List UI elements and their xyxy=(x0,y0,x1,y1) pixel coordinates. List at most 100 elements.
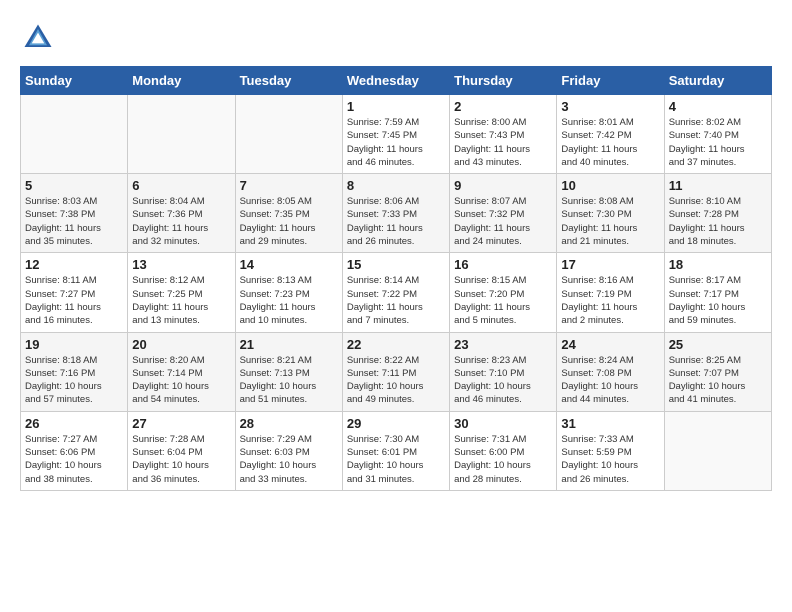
calendar-cell: 22 Sunrise: 8:22 AM Sunset: 7:11 PM Dayli… xyxy=(342,332,449,411)
calendar-week-4: 19 Sunrise: 8:18 AM Sunset: 7:16 PM Dayli… xyxy=(21,332,772,411)
calendar-cell: 5Sunrise: 8:03 AM Sunset: 7:38 PM Daylig… xyxy=(21,174,128,253)
logo xyxy=(20,20,60,56)
calendar-cell: 28 Sunrise: 7:29 AM Sunset: 6:03 PM Dayli… xyxy=(235,411,342,490)
day-number: 9 xyxy=(454,178,552,193)
day-number: 23 xyxy=(454,337,552,352)
day-info: Sunrise: 8:24 AM Sunset: 7:08 PM Dayligh… xyxy=(561,354,659,407)
weekday-header-wednesday: Wednesday xyxy=(342,67,449,95)
day-number: 24 xyxy=(561,337,659,352)
calendar-cell: 26Sunrise: 7:27 AM Sunset: 6:06 PM Dayli… xyxy=(21,411,128,490)
day-number: 13 xyxy=(132,257,230,272)
day-number: 10 xyxy=(561,178,659,193)
day-info: Sunrise: 8:15 AM Sunset: 7:20 PM Dayligh… xyxy=(454,274,552,327)
calendar-cell: 1 Sunrise: 7:59 AM Sunset: 7:45 PM Daylig… xyxy=(342,95,449,174)
day-info: Sunrise: 8:13 AM Sunset: 7:23 PM Dayligh… xyxy=(240,274,338,327)
day-info: Sunrise: 8:17 AM Sunset: 7:17 PM Dayligh… xyxy=(669,274,767,327)
day-info: Sunrise: 8:21 AM Sunset: 7:13 PM Dayligh… xyxy=(240,354,338,407)
day-number: 29 xyxy=(347,416,445,431)
day-number: 22 xyxy=(347,337,445,352)
day-info: Sunrise: 8:20 AM Sunset: 7:14 PM Dayligh… xyxy=(132,354,230,407)
day-number: 28 xyxy=(240,416,338,431)
calendar-cell: 8 Sunrise: 8:06 AM Sunset: 7:33 PM Daylig… xyxy=(342,174,449,253)
day-info: Sunrise: 8:01 AM Sunset: 7:42 PM Dayligh… xyxy=(561,116,659,169)
day-number: 17 xyxy=(561,257,659,272)
calendar-week-3: 12 Sunrise: 8:11 AM Sunset: 7:27 PM Dayli… xyxy=(21,253,772,332)
calendar-header: SundayMondayTuesdayWednesdayThursdayFrid… xyxy=(21,67,772,95)
day-number: 19 xyxy=(25,337,123,352)
day-number: 16 xyxy=(454,257,552,272)
day-number: 1 xyxy=(347,99,445,114)
day-number: 3 xyxy=(561,99,659,114)
day-info: Sunrise: 8:12 AM Sunset: 7:25 PM Dayligh… xyxy=(132,274,230,327)
calendar-week-2: 5Sunrise: 8:03 AM Sunset: 7:38 PM Daylig… xyxy=(21,174,772,253)
weekday-header-saturday: Saturday xyxy=(664,67,771,95)
day-info: Sunrise: 7:59 AM Sunset: 7:45 PM Dayligh… xyxy=(347,116,445,169)
calendar-cell: 23 Sunrise: 8:23 AM Sunset: 7:10 PM Dayli… xyxy=(450,332,557,411)
logo-icon xyxy=(20,20,56,56)
calendar-cell xyxy=(664,411,771,490)
day-info: Sunrise: 7:30 AM Sunset: 6:01 PM Dayligh… xyxy=(347,433,445,486)
weekday-header-friday: Friday xyxy=(557,67,664,95)
day-number: 4 xyxy=(669,99,767,114)
calendar-cell: 24 Sunrise: 8:24 AM Sunset: 7:08 PM Dayli… xyxy=(557,332,664,411)
calendar-cell: 4 Sunrise: 8:02 AM Sunset: 7:40 PM Daylig… xyxy=(664,95,771,174)
calendar-cell xyxy=(128,95,235,174)
day-info: Sunrise: 7:33 AM Sunset: 5:59 PM Dayligh… xyxy=(561,433,659,486)
calendar-cell: 19 Sunrise: 8:18 AM Sunset: 7:16 PM Dayli… xyxy=(21,332,128,411)
day-info: Sunrise: 7:31 AM Sunset: 6:00 PM Dayligh… xyxy=(454,433,552,486)
calendar-cell: 20 Sunrise: 8:20 AM Sunset: 7:14 PM Dayli… xyxy=(128,332,235,411)
calendar-cell xyxy=(235,95,342,174)
day-number: 18 xyxy=(669,257,767,272)
calendar-cell: 10 Sunrise: 8:08 AM Sunset: 7:30 PM Dayli… xyxy=(557,174,664,253)
day-number: 11 xyxy=(669,178,767,193)
day-info: Sunrise: 8:06 AM Sunset: 7:33 PM Dayligh… xyxy=(347,195,445,248)
day-info: Sunrise: 8:07 AM Sunset: 7:32 PM Dayligh… xyxy=(454,195,552,248)
calendar-table: SundayMondayTuesdayWednesdayThursdayFrid… xyxy=(20,66,772,491)
weekday-header-thursday: Thursday xyxy=(450,67,557,95)
day-number: 26 xyxy=(25,416,123,431)
day-info: Sunrise: 8:00 AM Sunset: 7:43 PM Dayligh… xyxy=(454,116,552,169)
day-info: Sunrise: 8:03 AM Sunset: 7:38 PM Dayligh… xyxy=(25,195,123,248)
day-info: Sunrise: 8:02 AM Sunset: 7:40 PM Dayligh… xyxy=(669,116,767,169)
calendar-cell: 13 Sunrise: 8:12 AM Sunset: 7:25 PM Dayli… xyxy=(128,253,235,332)
day-number: 27 xyxy=(132,416,230,431)
weekday-header-tuesday: Tuesday xyxy=(235,67,342,95)
day-info: Sunrise: 8:08 AM Sunset: 7:30 PM Dayligh… xyxy=(561,195,659,248)
day-number: 8 xyxy=(347,178,445,193)
calendar-cell: 18 Sunrise: 8:17 AM Sunset: 7:17 PM Dayli… xyxy=(664,253,771,332)
calendar-cell: 14 Sunrise: 8:13 AM Sunset: 7:23 PM Dayli… xyxy=(235,253,342,332)
calendar-cell: 17Sunrise: 8:16 AM Sunset: 7:19 PM Dayli… xyxy=(557,253,664,332)
day-number: 31 xyxy=(561,416,659,431)
day-info: Sunrise: 8:11 AM Sunset: 7:27 PM Dayligh… xyxy=(25,274,123,327)
day-number: 12 xyxy=(25,257,123,272)
day-info: Sunrise: 8:25 AM Sunset: 7:07 PM Dayligh… xyxy=(669,354,767,407)
weekday-header-monday: Monday xyxy=(128,67,235,95)
day-number: 20 xyxy=(132,337,230,352)
calendar-cell: 3 Sunrise: 8:01 AM Sunset: 7:42 PM Daylig… xyxy=(557,95,664,174)
day-number: 2 xyxy=(454,99,552,114)
day-number: 14 xyxy=(240,257,338,272)
calendar-cell: 2 Sunrise: 8:00 AM Sunset: 7:43 PM Daylig… xyxy=(450,95,557,174)
day-number: 15 xyxy=(347,257,445,272)
calendar-week-1: 1 Sunrise: 7:59 AM Sunset: 7:45 PM Daylig… xyxy=(21,95,772,174)
page-header xyxy=(20,20,772,56)
weekday-header-sunday: Sunday xyxy=(21,67,128,95)
day-number: 30 xyxy=(454,416,552,431)
day-info: Sunrise: 8:23 AM Sunset: 7:10 PM Dayligh… xyxy=(454,354,552,407)
day-info: Sunrise: 8:22 AM Sunset: 7:11 PM Dayligh… xyxy=(347,354,445,407)
day-info: Sunrise: 8:18 AM Sunset: 7:16 PM Dayligh… xyxy=(25,354,123,407)
day-info: Sunrise: 8:10 AM Sunset: 7:28 PM Dayligh… xyxy=(669,195,767,248)
day-info: Sunrise: 8:14 AM Sunset: 7:22 PM Dayligh… xyxy=(347,274,445,327)
day-info: Sunrise: 8:05 AM Sunset: 7:35 PM Dayligh… xyxy=(240,195,338,248)
calendar-cell: 9 Sunrise: 8:07 AM Sunset: 7:32 PM Daylig… xyxy=(450,174,557,253)
calendar-cell: 21 Sunrise: 8:21 AM Sunset: 7:13 PM Dayli… xyxy=(235,332,342,411)
calendar-cell: 29 Sunrise: 7:30 AM Sunset: 6:01 PM Dayli… xyxy=(342,411,449,490)
calendar-cell: 6Sunrise: 8:04 AM Sunset: 7:36 PM Daylig… xyxy=(128,174,235,253)
day-info: Sunrise: 7:28 AM Sunset: 6:04 PM Dayligh… xyxy=(132,433,230,486)
calendar-cell: 16 Sunrise: 8:15 AM Sunset: 7:20 PM Dayli… xyxy=(450,253,557,332)
calendar-cell: 15 Sunrise: 8:14 AM Sunset: 7:22 PM Dayli… xyxy=(342,253,449,332)
day-number: 21 xyxy=(240,337,338,352)
calendar-cell: 12 Sunrise: 8:11 AM Sunset: 7:27 PM Dayli… xyxy=(21,253,128,332)
day-info: Sunrise: 7:29 AM Sunset: 6:03 PM Dayligh… xyxy=(240,433,338,486)
day-info: Sunrise: 8:04 AM Sunset: 7:36 PM Dayligh… xyxy=(132,195,230,248)
